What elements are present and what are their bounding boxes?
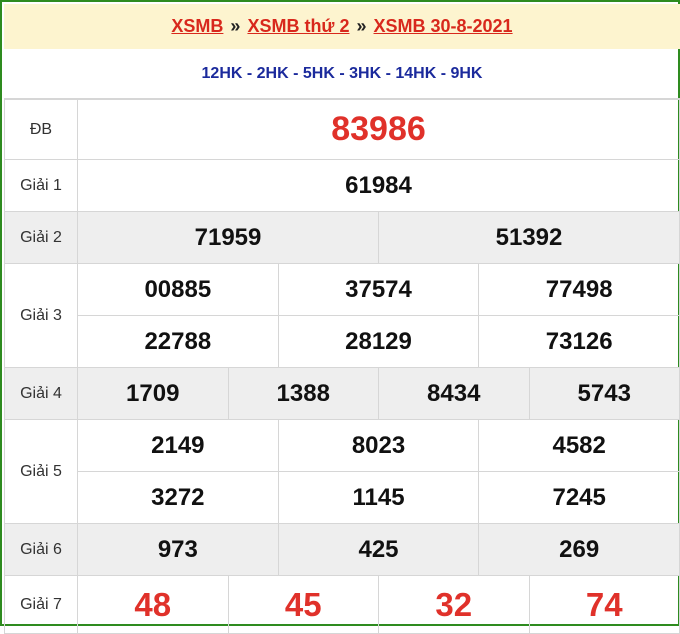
prize-number: 00885 [144, 275, 212, 303]
prize-number: 51392 [495, 223, 563, 251]
prize-row-3b: 22788 28129 73126 [5, 315, 680, 368]
prize-number: 1709 [126, 379, 180, 407]
breadcrumb-separator: » [230, 16, 241, 36]
prize-number: 77498 [545, 275, 613, 303]
prize-number-7: 74 [585, 585, 623, 623]
prize-row-special: ĐB 83986 [4, 99, 680, 160]
prize-number-7: 45 [284, 585, 322, 623]
prize-number: 5743 [577, 379, 631, 407]
prize-row-2: Giải 2 71959 51392 [4, 211, 680, 264]
prize-number: 22788 [144, 327, 212, 355]
breadcrumb-link-xsmb[interactable]: XSMB [171, 16, 223, 37]
prize-number: 8434 [427, 379, 481, 407]
prize-number: 269 [559, 535, 600, 563]
prize-number: 2149 [151, 431, 205, 459]
prize-label-4: Giải 4 [4, 367, 78, 420]
prize-number: 73126 [545, 327, 613, 355]
prize-label-1: Giải 1 [4, 159, 78, 212]
prize-number: 1388 [276, 379, 330, 407]
results-frame: XSMB » XSMB thứ 2 » XSMB 30-8-2021 12HK … [0, 0, 680, 634]
prize-label-special: ĐB [4, 99, 78, 160]
prize-number: 28129 [345, 327, 412, 355]
prize-number-7: 32 [435, 585, 473, 623]
prize-row-4: Giải 4 1709 1388 8434 5743 [4, 367, 680, 420]
prize-number: 37574 [345, 275, 412, 303]
breadcrumb: XSMB » XSMB thứ 2 » XSMB 30-8-2021 [4, 4, 680, 49]
prize-number: 3272 [151, 483, 205, 511]
prize-number-7: 48 [134, 585, 172, 623]
prize-label-2: Giải 2 [4, 211, 78, 264]
prize-row-1: Giải 1 61984 [4, 159, 680, 212]
results-table: ĐB 83986 Giải 1 61984 Giải 2 71959 51392… [4, 99, 680, 634]
prize-label-7: Giải 7 [4, 575, 78, 634]
breadcrumb-link-date[interactable]: XSMB 30-8-2021 [374, 16, 513, 37]
prize-number: 8023 [351, 431, 406, 459]
prize-row-6: Giải 6 973 425 269 [4, 523, 680, 576]
prize-number: 7245 [552, 483, 606, 511]
prize-row-7: Giải 7 48 45 32 74 [4, 575, 680, 634]
prize-number: 973 [157, 535, 198, 563]
prize-number: 61984 [345, 171, 412, 199]
prize-number: 425 [358, 535, 399, 563]
prize-number: 1145 [352, 483, 405, 511]
prize-number: 71959 [194, 223, 262, 251]
prize-number-special: 83986 [331, 110, 426, 148]
prize-label-5: Giải 5 [4, 419, 78, 524]
breadcrumb-link-weekday[interactable]: XSMB thứ 2 [247, 16, 349, 37]
prize-label-3: Giải 3 [4, 263, 78, 368]
prize-row-5: Giải 5 2149 8023 4582 [4, 419, 680, 524]
prize-label-6: Giải 6 [4, 523, 78, 576]
breadcrumb-separator: » [356, 16, 367, 36]
prize-number: 4582 [552, 431, 606, 459]
draw-codes: 12HK - 2HK - 5HK - 3HK - 14HK - 9HK [4, 49, 680, 99]
prize-row-3: Giải 3 00885 37574 77498 [4, 263, 680, 368]
prize-row-5b: 3272 1145 7245 [5, 471, 680, 524]
